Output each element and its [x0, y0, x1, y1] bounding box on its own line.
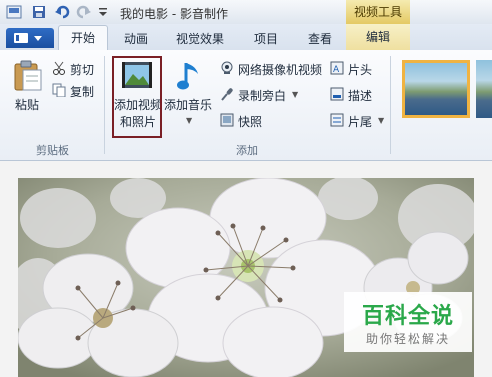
add-group-label: 添加	[236, 144, 258, 157]
highlight-frame	[112, 56, 162, 138]
title-label: 片头	[348, 63, 373, 77]
save-icon[interactable]	[32, 5, 46, 19]
paste-button[interactable]: 粘贴	[10, 56, 46, 118]
copy-label: 复制	[70, 85, 95, 99]
video-tools-context-label: 视频工具	[346, 0, 410, 24]
title-button[interactable]: A 片头	[330, 60, 380, 78]
caption-icon	[330, 87, 344, 101]
theme-thumbnail-selected[interactable]	[402, 60, 470, 118]
paste-label: 粘贴	[15, 98, 40, 112]
record-narration-button[interactable]: 录制旁白 ▼	[220, 86, 310, 104]
title-bar	[0, 0, 492, 24]
scissors-icon	[53, 61, 65, 75]
add-music-label: 添加音乐	[164, 98, 213, 112]
title-icon: A	[330, 61, 344, 75]
cut-label: 剪切	[70, 63, 95, 77]
paste-icon	[14, 60, 42, 91]
tab-project[interactable]: 项目	[254, 30, 278, 47]
undo-icon[interactable]	[54, 4, 70, 20]
app-icon[interactable]	[6, 4, 22, 20]
caption-button[interactable]: 描述	[330, 86, 380, 104]
tab-visual-effects[interactable]: 视觉效果	[176, 30, 224, 47]
watermark: 百科全说 助你轻松解决	[344, 292, 472, 352]
window-title: 我的电影 - 影音制作	[120, 7, 228, 21]
copy-button[interactable]: 复制	[52, 82, 98, 100]
record-narration-dropdown-icon: ▼	[292, 90, 299, 99]
webcam-video-button[interactable]: 网络摄像机视频	[220, 60, 326, 78]
tab-home[interactable]: 开始	[58, 25, 108, 52]
clipboard-group-label: 剪贴板	[36, 144, 69, 157]
add-music-button[interactable]: 添加音乐 ▼	[164, 58, 214, 130]
group-separator	[104, 56, 105, 154]
tab-edit[interactable]: 编辑	[346, 24, 410, 50]
watermark-subtitle: 助你轻松解决	[365, 332, 450, 346]
redo-icon[interactable]	[76, 4, 92, 20]
group-separator	[390, 56, 391, 154]
watermark-title: 百科全说	[361, 304, 454, 329]
webcam-icon	[221, 61, 233, 74]
tab-view[interactable]: 查看	[308, 30, 332, 47]
snapshot-icon	[220, 113, 234, 127]
webcam-video-label: 网络摄像机视频	[238, 63, 323, 77]
add-music-dropdown-icon: ▼	[186, 116, 193, 125]
snapshot-label: 快照	[238, 115, 263, 129]
file-menu-button[interactable]	[6, 28, 54, 48]
snapshot-button[interactable]: 快照	[220, 112, 270, 130]
copy-icon	[52, 83, 66, 97]
cut-button[interactable]: 剪切	[52, 60, 98, 78]
file-menu-icon	[14, 33, 42, 43]
credits-button[interactable]: 片尾 ▼	[330, 112, 386, 130]
theme-thumbnail[interactable]	[476, 60, 492, 118]
record-narration-label: 录制旁白	[238, 89, 287, 103]
customize-qat-icon[interactable]	[98, 8, 108, 18]
credits-dropdown-icon: ▼	[378, 116, 385, 125]
auto-movie-themes-gallery	[396, 60, 492, 120]
credits-icon	[330, 113, 344, 127]
caption-label: 描述	[348, 89, 373, 103]
microphone-icon	[221, 88, 233, 101]
svg-text:A: A	[333, 65, 340, 75]
tab-animations[interactable]: 动画	[124, 30, 148, 47]
credits-label: 片尾	[348, 115, 373, 129]
music-note-icon	[177, 63, 198, 90]
